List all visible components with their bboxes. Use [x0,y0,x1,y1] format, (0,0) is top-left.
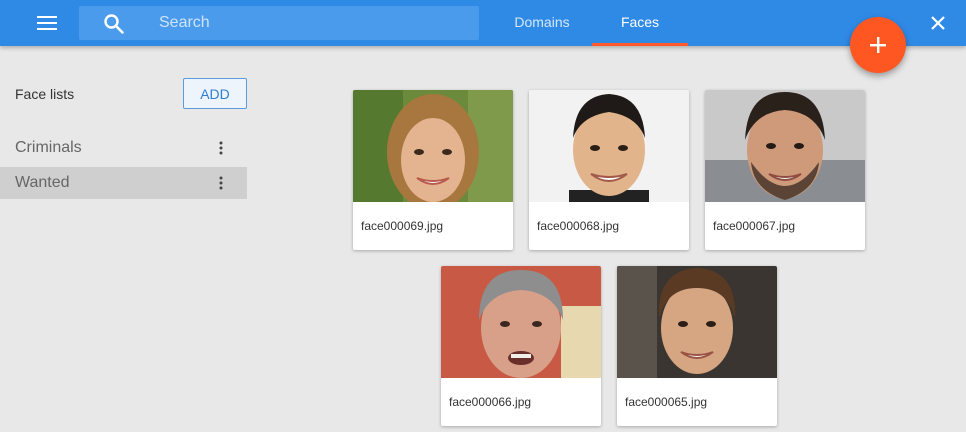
more-vert-icon[interactable] [211,138,231,158]
add-list-button[interactable]: ADD [183,78,247,109]
face-filename: face000069.jpg [361,219,444,233]
face-card[interactable]: face000065.jpg [617,266,777,426]
face-card[interactable]: face000069.jpg [353,90,513,250]
face-lists-heading: Face lists [15,86,75,102]
face-filename: face000068.jpg [537,219,620,233]
tab-overflow-edge [782,40,840,46]
search-icon[interactable] [103,13,125,35]
older-man-photo [441,266,601,378]
menu-icon[interactable] [30,11,64,35]
plus-icon [870,37,886,53]
face-list-item-criminals[interactable]: Criminals [0,132,247,164]
search-input[interactable] [159,6,469,40]
active-tab-indicator [592,43,688,46]
face-list-item-wanted[interactable]: Wanted [0,167,247,199]
face-filename: face000065.jpg [625,395,708,409]
face-card[interactable]: face000068.jpg [529,90,689,250]
tab-faces[interactable]: Faces [592,0,688,46]
woman-smiling-photo [353,90,513,202]
app-bar: Domains Faces [0,0,966,46]
tab-domains[interactable]: Domains [500,0,584,46]
close-icon[interactable] [924,9,952,37]
bearded-man-photo [705,90,865,202]
search-bar [79,6,479,40]
face-filename: face000066.jpg [449,395,532,409]
face-card[interactable]: face000067.jpg [705,90,865,250]
more-vert-icon[interactable] [211,173,231,193]
face-card[interactable]: face000066.jpg [441,266,601,426]
face-list-label: Wanted [15,174,70,191]
man-smiling-photo [529,90,689,202]
add-face-button[interactable] [850,17,906,73]
young-man-photo [617,266,777,378]
face-filename: face000067.jpg [713,219,796,233]
face-list-label: Criminals [15,139,82,156]
